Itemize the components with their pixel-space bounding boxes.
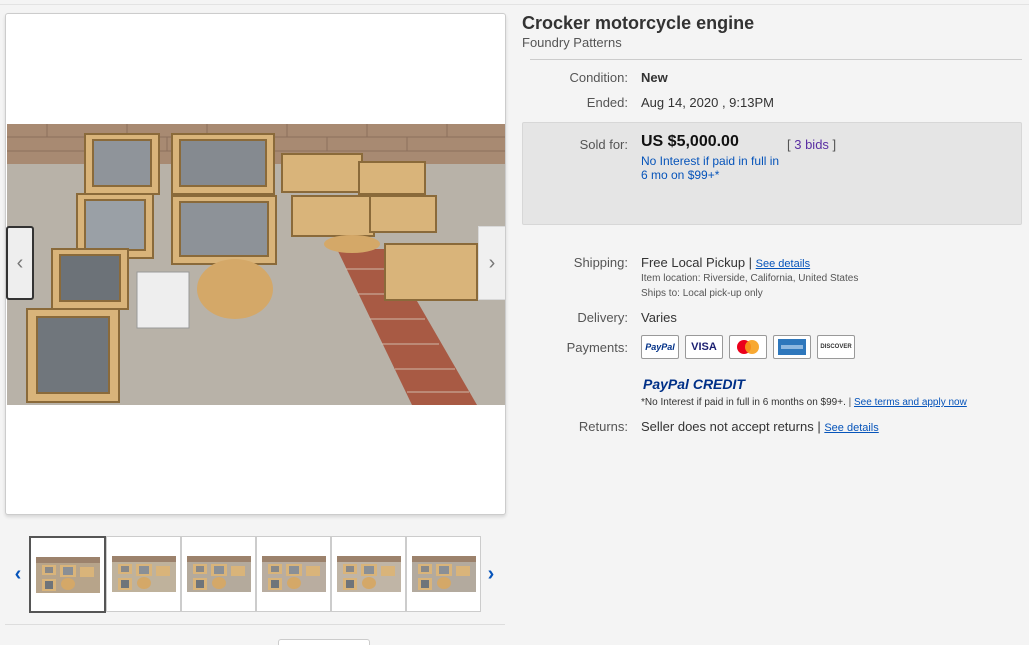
ended-value: Aug 14, 2020 , 9:13PM — [641, 95, 774, 110]
next-photo-button[interactable]: › — [478, 226, 505, 300]
chevron-right-icon: › — [487, 562, 495, 585]
discover-icon: DISCOVER — [817, 335, 855, 359]
thumbnail[interactable] — [256, 536, 331, 612]
returns-label: Returns: — [578, 419, 628, 434]
listing-title: Crocker motorcycle engine — [522, 13, 755, 33]
separator: | — [745, 255, 756, 270]
chevron-right-icon: › — [488, 251, 496, 274]
delivery-label: Delivery: — [577, 310, 628, 325]
image-viewer[interactable]: ‹ › — [5, 13, 506, 515]
listing-subtitle: Foundry Patterns — [522, 35, 622, 50]
item-location: Item location: Riverside, California, Un… — [641, 273, 859, 284]
paypal-credit-logo: PayPal CREDIT — [643, 376, 745, 392]
divider — [5, 624, 505, 625]
paypal-credit-note: *No Interest if paid in full in 6 months… — [641, 397, 967, 408]
bracket-close: ] — [828, 137, 837, 152]
credit-note-text: *No Interest if paid in full in 6 months… — [641, 397, 846, 408]
sold-price: US $5,000.00 — [641, 133, 739, 150]
chevron-left-icon: ‹ — [16, 251, 24, 274]
paypal-credit-cr: CREDIT — [688, 376, 745, 392]
paypal-icon: PayPal — [641, 335, 679, 359]
thumbnails-next-button[interactable]: › — [483, 562, 499, 586]
thumbnail-image — [111, 556, 176, 592]
thumbnail[interactable] — [331, 536, 406, 612]
paypal-credit-pp: PayPal — [643, 376, 689, 392]
no-interest-link[interactable]: No Interest if paid in full in 6 mo on $… — [641, 154, 781, 182]
separator: | — [813, 419, 825, 434]
payments-label: Payments: — [566, 340, 628, 355]
separator: | — [845, 397, 854, 408]
shipping-label: Shipping: — [573, 255, 628, 270]
sold-for-label: Sold for: — [579, 137, 628, 152]
visa-icon: VISA — [685, 335, 723, 359]
credit-terms-link[interactable]: See terms and apply now — [854, 397, 967, 408]
thumbnail-image — [186, 556, 251, 592]
thumbnail-image — [261, 556, 326, 592]
thumbnail-strip — [29, 536, 481, 613]
shipping-method: Free Local Pickup — [641, 255, 746, 270]
top-divider — [0, 4, 1029, 5]
chevron-left-icon: ‹ — [14, 562, 22, 585]
thumbnail-image — [336, 556, 401, 592]
thumbnail[interactable] — [29, 536, 106, 613]
thumbnail[interactable] — [106, 536, 181, 612]
thumbnail[interactable] — [181, 536, 256, 612]
shipping-details-link[interactable]: See details — [756, 258, 810, 270]
thumbnail-image — [411, 556, 476, 592]
ships-to: Ships to: Local pick-up only — [641, 288, 763, 299]
returns-policy: Seller does not accept returns — [641, 419, 814, 434]
american-express-icon — [773, 335, 811, 359]
previous-photo-button[interactable]: ‹ — [6, 226, 34, 300]
returns-value: Seller does not accept returns | See det… — [641, 419, 879, 434]
paypal-text: PayPal — [645, 342, 675, 352]
thumbnail[interactable] — [406, 536, 481, 612]
discover-text: DISCOVER — [820, 344, 852, 350]
ended-label: Ended: — [586, 95, 628, 110]
thumbnails-previous-button[interactable]: ‹ — [10, 562, 26, 586]
visa-text: VISA — [691, 341, 717, 353]
returns-details-link[interactable]: See details — [824, 422, 878, 434]
payment-methods: PayPal VISA DISCOVER — [641, 335, 855, 359]
main-photo[interactable] — [7, 124, 505, 405]
thumbnail-image — [35, 556, 100, 593]
condition-value: New — [641, 70, 668, 85]
bid-count: [ 3 bids ] — [787, 137, 836, 152]
delivery-value: Varies — [641, 310, 677, 325]
more-button[interactable] — [278, 639, 370, 645]
divider — [530, 59, 1022, 60]
mastercard-icon — [729, 335, 767, 359]
condition-label: Condition: — [569, 70, 628, 85]
bid-history-link[interactable]: 3 bids — [794, 137, 829, 152]
shipping-value: Free Local Pickup | See details — [641, 255, 810, 270]
